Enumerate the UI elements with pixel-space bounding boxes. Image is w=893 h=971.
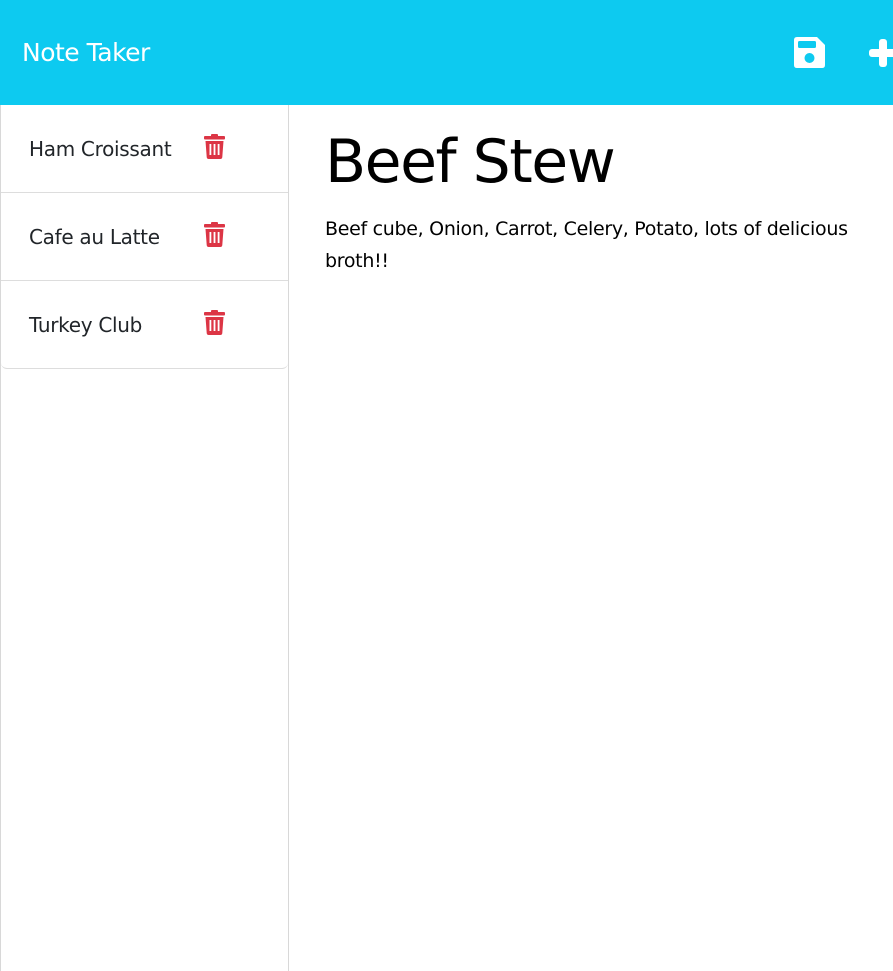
delete-note-button[interactable] bbox=[204, 222, 225, 247]
note-list-item-title[interactable]: Ham Croissant bbox=[29, 135, 172, 163]
floppy-disk-icon bbox=[794, 37, 825, 68]
app-brand[interactable]: Note Taker bbox=[22, 36, 150, 70]
trash-icon bbox=[204, 222, 225, 247]
navbar: Note Taker bbox=[0, 0, 893, 105]
note-list-item-cafe-au-latte[interactable]: Cafe au Latte bbox=[1, 193, 288, 281]
note-editor: Beef Stew Beef cube, Onion, Carrot, Cele… bbox=[289, 105, 893, 971]
note-list: Ham Croissant Cafe au Latte Turkey Club bbox=[1, 105, 288, 369]
new-note-button[interactable] bbox=[866, 36, 893, 70]
save-note-button[interactable] bbox=[794, 37, 825, 68]
note-text-area[interactable]: Beef cube, Onion, Carrot, Celery, Potato… bbox=[325, 213, 885, 277]
note-list-item-title[interactable]: Cafe au Latte bbox=[29, 223, 160, 251]
note-list-item-turkey-club[interactable]: Turkey Club bbox=[1, 281, 288, 369]
trash-icon bbox=[204, 134, 225, 159]
trash-icon bbox=[204, 310, 225, 335]
plus-icon bbox=[869, 39, 893, 67]
note-list-item-ham-croissant[interactable]: Ham Croissant bbox=[1, 105, 288, 193]
note-title-field[interactable]: Beef Stew bbox=[325, 125, 616, 199]
note-list-item-title[interactable]: Turkey Club bbox=[29, 311, 142, 339]
delete-note-button[interactable] bbox=[204, 134, 225, 159]
note-list-sidebar: Ham Croissant Cafe au Latte Turkey Club bbox=[0, 105, 289, 971]
delete-note-button[interactable] bbox=[204, 310, 225, 335]
